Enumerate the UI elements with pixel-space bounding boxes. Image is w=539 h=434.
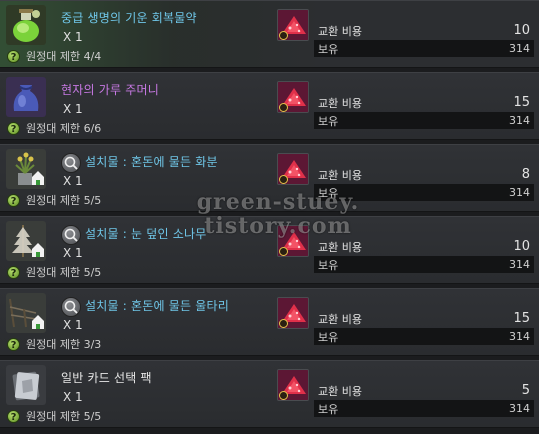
bound-badge-icon [279, 391, 288, 400]
help-icon[interactable]: ? [7, 337, 20, 351]
exchange-cost: 교환 비용 5 [314, 382, 534, 399]
help-icon[interactable]: ? [7, 409, 20, 423]
item-name: 설치물 : 눈 덮인 소나무 [85, 227, 207, 241]
expedition-limit: 원정대 제한 5/5 [26, 194, 102, 207]
exchange-row[interactable]: 일반 카드 선택 팩 X 1 ? 원정대 제한 5/5 교환 비용 5 보유 3… [0, 360, 539, 428]
magnifier-icon [64, 300, 78, 314]
owned-value: 314 [509, 330, 530, 343]
powder-pouch-icon [6, 77, 46, 117]
card-pack-icon [6, 365, 46, 405]
cost-value: 8 [521, 167, 530, 182]
owned-value: 314 [509, 114, 530, 127]
cost-label: 교환 비용 [318, 240, 362, 254]
item-name: 설치물 : 혼돈에 물든 화분 [85, 155, 218, 169]
owned-label: 보유 [318, 330, 339, 344]
item-name: 중급 생명의 기운 회복물약 [61, 11, 197, 25]
preview-search-button[interactable] [61, 153, 81, 173]
magnifier-icon [64, 228, 78, 242]
cost-label: 교환 비용 [318, 96, 362, 110]
magnifier-icon [64, 156, 78, 170]
cost-value: 10 [513, 23, 530, 38]
limit-row: ? 원정대 제한 5/5 [7, 192, 101, 208]
exchange-cost: 교환 비용 15 [314, 94, 534, 111]
item-name: 현자의 가루 주머니 [61, 83, 159, 97]
red-crystal-currency-icon [277, 153, 309, 185]
owned-label: 보유 [318, 186, 339, 200]
red-crystal-currency-icon [277, 81, 309, 113]
bound-badge-icon [279, 319, 288, 328]
limit-row: ? 원정대 제한 4/4 [7, 48, 101, 64]
owned-value: 314 [509, 186, 530, 199]
item-quantity: X 1 [63, 30, 83, 44]
bound-badge-icon [279, 247, 288, 256]
cost-label: 교환 비용 [318, 384, 362, 398]
expedition-limit: 원정대 제한 3/3 [26, 338, 102, 351]
item-quantity: X 1 [63, 174, 83, 188]
owned-amount: 보유 314 [314, 40, 534, 57]
bound-badge-icon [279, 175, 288, 184]
cost-value: 10 [513, 239, 530, 254]
item-quantity: X 1 [63, 318, 83, 332]
help-icon[interactable]: ? [7, 265, 20, 279]
owned-amount: 보유 314 [314, 400, 534, 417]
exchange-row[interactable]: 설치물 : 혼돈에 물든 울타리 X 1 ? 원정대 제한 3/3 교환 비용 … [0, 288, 539, 356]
red-crystal-currency-icon [277, 297, 309, 329]
bound-badge-icon [279, 31, 288, 40]
owned-label: 보유 [318, 258, 339, 272]
expedition-limit: 원정대 제한 6/6 [26, 122, 102, 135]
red-crystal-currency-icon [277, 225, 309, 257]
help-icon[interactable]: ? [7, 49, 20, 63]
cost-label: 교환 비용 [318, 168, 362, 182]
cost-value: 15 [513, 311, 530, 326]
limit-row: ? 원정대 제한 3/3 [7, 336, 101, 352]
preview-search-button[interactable] [61, 225, 81, 245]
owned-label: 보유 [318, 402, 339, 416]
snowy-pine-icon [6, 221, 46, 261]
limit-row: ? 원정대 제한 5/5 [7, 264, 101, 280]
cost-label: 교환 비용 [318, 312, 362, 326]
owned-amount: 보유 314 [314, 184, 534, 201]
item-name: 설치물 : 혼돈에 물든 울타리 [85, 299, 229, 313]
owned-label: 보유 [318, 114, 339, 128]
owned-value: 314 [509, 258, 530, 271]
expedition-limit: 원정대 제한 4/4 [26, 50, 102, 63]
exchange-row[interactable]: 현자의 가루 주머니 X 1 ? 원정대 제한 6/6 교환 비용 15 보유 … [0, 72, 539, 140]
limit-row: ? 원정대 제한 6/6 [7, 120, 101, 136]
exchange-cost: 교환 비용 10 [314, 238, 534, 255]
exchange-cost: 교환 비용 15 [314, 310, 534, 327]
owned-amount: 보유 314 [314, 328, 534, 345]
owned-label: 보유 [318, 42, 339, 56]
item-quantity: X 1 [63, 390, 83, 404]
cost-label: 교환 비용 [318, 24, 362, 38]
fence-icon [6, 293, 46, 333]
owned-value: 314 [509, 42, 530, 55]
item-name: 일반 카드 선택 팩 [61, 371, 152, 385]
help-icon[interactable]: ? [7, 193, 20, 207]
red-crystal-currency-icon [277, 369, 309, 401]
help-icon[interactable]: ? [7, 121, 20, 135]
red-crystal-currency-icon [277, 9, 309, 41]
green-potion-icon [6, 5, 46, 45]
owned-amount: 보유 314 [314, 256, 534, 273]
expedition-limit: 원정대 제한 5/5 [26, 410, 102, 423]
exchange-cost: 교환 비용 8 [314, 166, 534, 183]
exchange-row[interactable]: 설치물 : 눈 덮인 소나무 X 1 ? 원정대 제한 5/5 교환 비용 10… [0, 216, 539, 284]
cost-value: 5 [521, 383, 530, 398]
cost-value: 15 [513, 95, 530, 110]
exchange-cost: 교환 비용 10 [314, 22, 534, 39]
exchange-row[interactable]: 중급 생명의 기운 회복물약 X 1 ? 원정대 제한 4/4 교환 비용 10… [0, 0, 539, 68]
exchange-row[interactable]: 설치물 : 혼돈에 물든 화분 X 1 ? 원정대 제한 5/5 교환 비용 8… [0, 144, 539, 212]
flower-pot-icon [6, 149, 46, 189]
item-quantity: X 1 [63, 102, 83, 116]
bound-badge-icon [279, 103, 288, 112]
owned-amount: 보유 314 [314, 112, 534, 129]
exchange-item-list: 중급 생명의 기운 회복물약 X 1 ? 원정대 제한 4/4 교환 비용 10… [0, 0, 539, 434]
limit-row: ? 원정대 제한 5/5 [7, 408, 101, 424]
owned-value: 314 [509, 402, 530, 415]
expedition-limit: 원정대 제한 5/5 [26, 266, 102, 279]
item-quantity: X 1 [63, 246, 83, 260]
preview-search-button[interactable] [61, 297, 81, 317]
